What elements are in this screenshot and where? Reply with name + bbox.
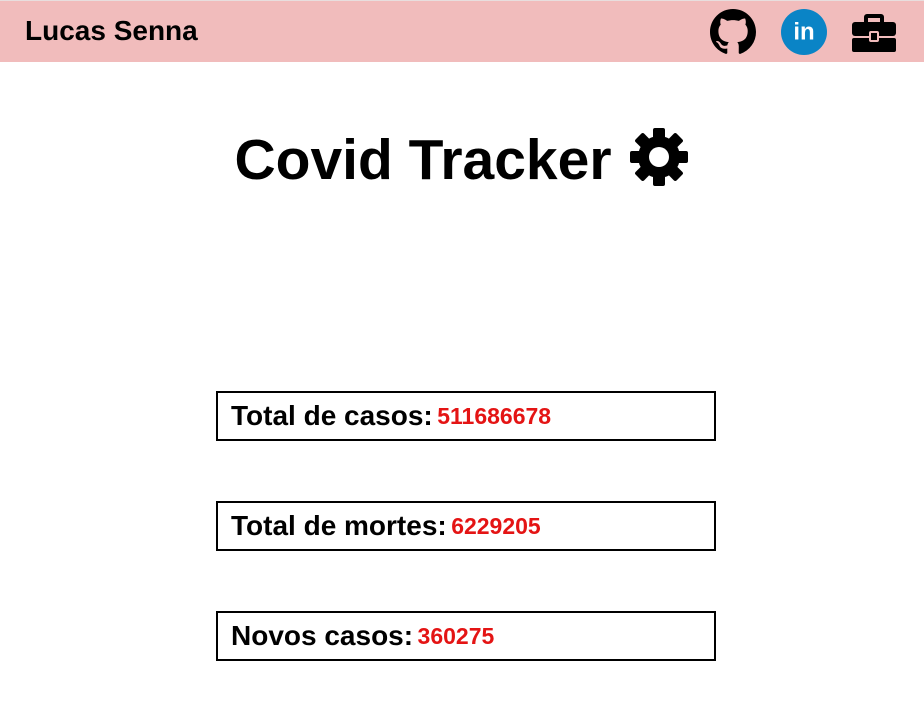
total-cases-value: 511686678 — [437, 403, 552, 429]
linkedin-icon-text: in — [793, 19, 814, 46]
briefcase-icon[interactable] — [850, 10, 898, 54]
github-icon[interactable] — [710, 9, 756, 55]
new-cases-value: 360275 — [417, 623, 495, 649]
total-deaths-label: Total de mortes: — [231, 510, 447, 541]
gear-icon — [628, 126, 690, 188]
total-cases-card: Total de casos: 511686678 — [216, 391, 716, 441]
new-cases-card: Novos casos: 360275 — [216, 611, 716, 661]
page-title-text: Covid Tracker — [234, 127, 612, 192]
total-deaths-card: Total de mortes: 6229205 — [216, 501, 716, 551]
new-cases-label: Novos casos: — [231, 620, 414, 651]
navbar: Lucas Senna in — [0, 0, 924, 62]
total-cases-label: Total de casos: — [231, 400, 433, 431]
linkedin-icon[interactable]: in — [780, 8, 828, 56]
page-title: Covid Tracker — [0, 122, 924, 194]
total-deaths-value: 6229205 — [451, 513, 541, 539]
brand-name[interactable]: Lucas Senna — [25, 15, 198, 47]
